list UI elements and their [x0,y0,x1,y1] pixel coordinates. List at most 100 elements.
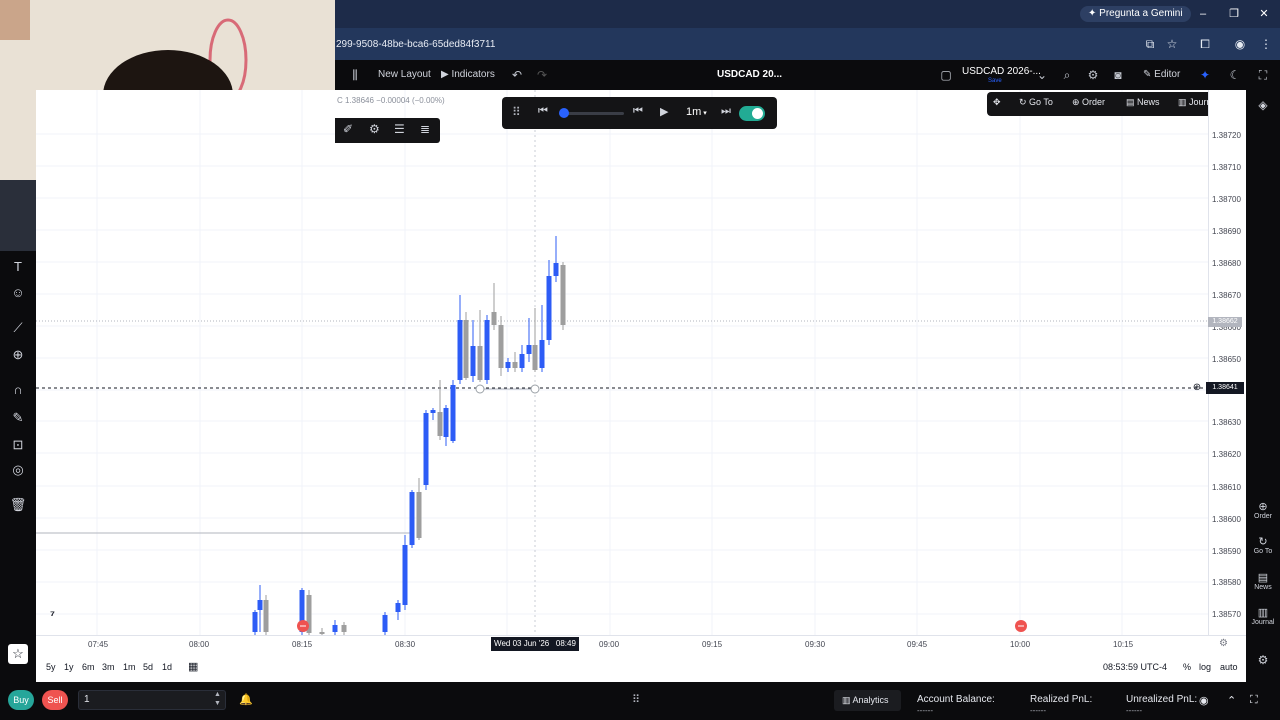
order-button[interactable]: ⊕ Order [1072,97,1105,108]
journal-icon: ▥ [1178,97,1190,107]
bookmark-star-icon[interactable]: ☆ [1163,36,1181,52]
search-icon[interactable]: ⌕ [1058,66,1076,84]
maximize-icon[interactable]: ⛶ [1254,66,1272,84]
drag-handle-icon[interactable]: ⠿ [512,105,521,119]
price-tick-label: 1.38720 [1212,131,1241,140]
price-chart[interactable]: ⁷ [36,90,1208,635]
new-layout-button[interactable]: New Layout [378,67,431,83]
range-button-1d[interactable]: 1d [162,662,172,672]
candle-body [491,312,497,325]
range-button-5y[interactable]: 5y [46,662,56,672]
chevron-down-icon[interactable]: ⌄ [1033,66,1051,84]
candle-body [505,362,511,368]
quantity-stepper[interactable]: 1 ▲ ▼ [78,690,226,710]
eye-icon[interactable]: ◎ [8,460,28,480]
url-text[interactable]: 299-9508-48be-bca6-65ded84f3711 [336,39,495,50]
browser-menu-icon[interactable]: ⋮ [1257,36,1275,52]
settings-icon[interactable]: ⚙ [1084,66,1102,84]
news-button[interactable]: ▤ News [1126,97,1160,108]
sell-button[interactable]: Sell [42,690,68,710]
range-button-5d[interactable]: 5d [143,662,153,672]
time-tick-label: 07:45 [88,640,109,649]
time-axis[interactable] [36,635,1246,653]
move-icon[interactable]: ✥ [993,97,1001,108]
decrease-icon[interactable]: ▼ [214,700,221,707]
time-tick-label: 09:00 [599,640,620,649]
side-journal-button[interactable]: ▥ Journal [1250,606,1276,626]
chart-canvas[interactable]: ⁷ [36,90,1208,635]
side-news-button[interactable]: ▤ News [1250,571,1276,591]
indicators-button[interactable]: ▶ Indicators [441,67,495,83]
extensions-icon[interactable]: ⧠ [1196,36,1214,52]
symbol-title: USDCAD 20... [717,69,783,80]
analytics-button[interactable]: ▥ Analytics [834,690,901,711]
lock-drawing-icon[interactable]: ✎ [8,408,28,428]
jump-end-icon[interactable]: ⏭ [721,105,731,118]
range-button-6m[interactable]: 6m [82,662,95,672]
interval-select[interactable]: 1m ▾ [686,106,707,118]
play-icon[interactable]: ▶ [660,105,668,118]
buy-button[interactable]: Buy [8,690,34,710]
realized-pnl-value: ------ [1030,706,1046,715]
time-axis-settings-icon[interactable]: ⚙ [1219,638,1228,649]
lock-icon[interactable]: ⊡ [8,435,28,455]
unrealized-pnl-value: ------ [1126,706,1142,715]
side-order-button[interactable]: ⊕ Order [1250,500,1276,520]
trash-icon[interactable]: 🗑 [8,495,28,515]
log-toggle[interactable]: log [1199,662,1211,672]
lines-icon[interactable]: ☰ [394,122,405,136]
chart-type-icon[interactable]: ⫼ [346,66,364,84]
undo-icon[interactable]: ↶ [508,66,526,84]
close-window-button[interactable]: ✕ [1254,6,1274,22]
range-button-1y[interactable]: 1y [64,662,74,672]
minimize-button[interactable]: – [1193,6,1213,22]
crosshair-time-label: Wed 03 Jun '26 08:49 [491,637,579,651]
settings-gear-icon[interactable]: ⚙ [369,122,380,136]
text-tool-icon[interactable]: T [8,257,28,277]
redo-icon[interactable]: ↷ [533,66,551,84]
price-tick-label: 1.38620 [1212,450,1241,459]
layers-icon[interactable]: ◈ [1250,98,1276,112]
jump-start-icon[interactable]: ⏮ [538,105,548,118]
percent-toggle[interactable]: % [1183,662,1191,672]
theme-moon-icon[interactable]: ☾ [1226,66,1244,84]
range-button-1m[interactable]: 1m [123,662,136,672]
brush-icon[interactable]: ✐ [343,122,353,136]
realized-pnl-label: Realized PnL: [1030,694,1093,705]
list-icon[interactable]: ≣ [420,122,430,136]
auto-toggle[interactable]: auto [1220,662,1238,672]
side-settings-icon[interactable]: ⚙ [1250,653,1276,667]
quantity-value[interactable]: 1 [84,694,90,705]
favorites-star-icon[interactable]: ☆ [8,644,28,664]
visibility-icon[interactable]: ◉ [1199,694,1209,707]
candle-body [498,325,504,368]
replay-progress-handle[interactable] [559,108,569,118]
step-back-icon[interactable]: ⏮ [633,105,643,118]
candle-body [463,320,469,378]
magnet-icon[interactable]: ∩ [8,380,28,400]
emoji-icon[interactable]: ☺ [8,283,28,303]
expand-panel-icon[interactable]: ⛶ [1250,694,1258,707]
editor-button[interactable]: ✎ Editor [1143,67,1180,83]
goto-button[interactable]: ↻ Go To [1019,97,1053,108]
fullscreen-square-icon[interactable]: ▢ [937,66,955,84]
zoom-in-icon[interactable]: ⊕ [8,345,28,365]
restore-button[interactable]: ❐ [1224,6,1244,22]
side-goto-button[interactable]: ↻ Go To [1250,535,1276,555]
range-button-3m[interactable]: 3m [102,662,115,672]
ruler-icon[interactable]: ⟋ [8,318,28,338]
magic-icon[interactable]: ✦ [1196,66,1214,84]
grid-menu-icon[interactable]: ⠿ [632,693,640,706]
collapse-up-icon[interactable]: ⌃ [1227,694,1236,707]
increase-icon[interactable]: ▲ [214,691,221,698]
add-alert-icon[interactable]: ⊕ [1190,382,1204,394]
bell-alert-icon[interactable]: 🔔 [239,693,253,706]
date-range-calendar-icon[interactable]: ▦ [188,660,198,673]
tradingview-logo: ⁷ [50,608,55,622]
profile-avatar[interactable]: ◉ [1231,36,1249,52]
utc-clock[interactable]: 08:53:59 UTC-4 [1103,662,1167,672]
install-icon[interactable]: ⧉ [1141,36,1159,52]
replay-toggle[interactable] [739,106,765,121]
gemini-button[interactable]: ✦ Pregunta a Gemini [1080,6,1191,22]
camera-icon[interactable]: ◙ [1109,66,1127,84]
